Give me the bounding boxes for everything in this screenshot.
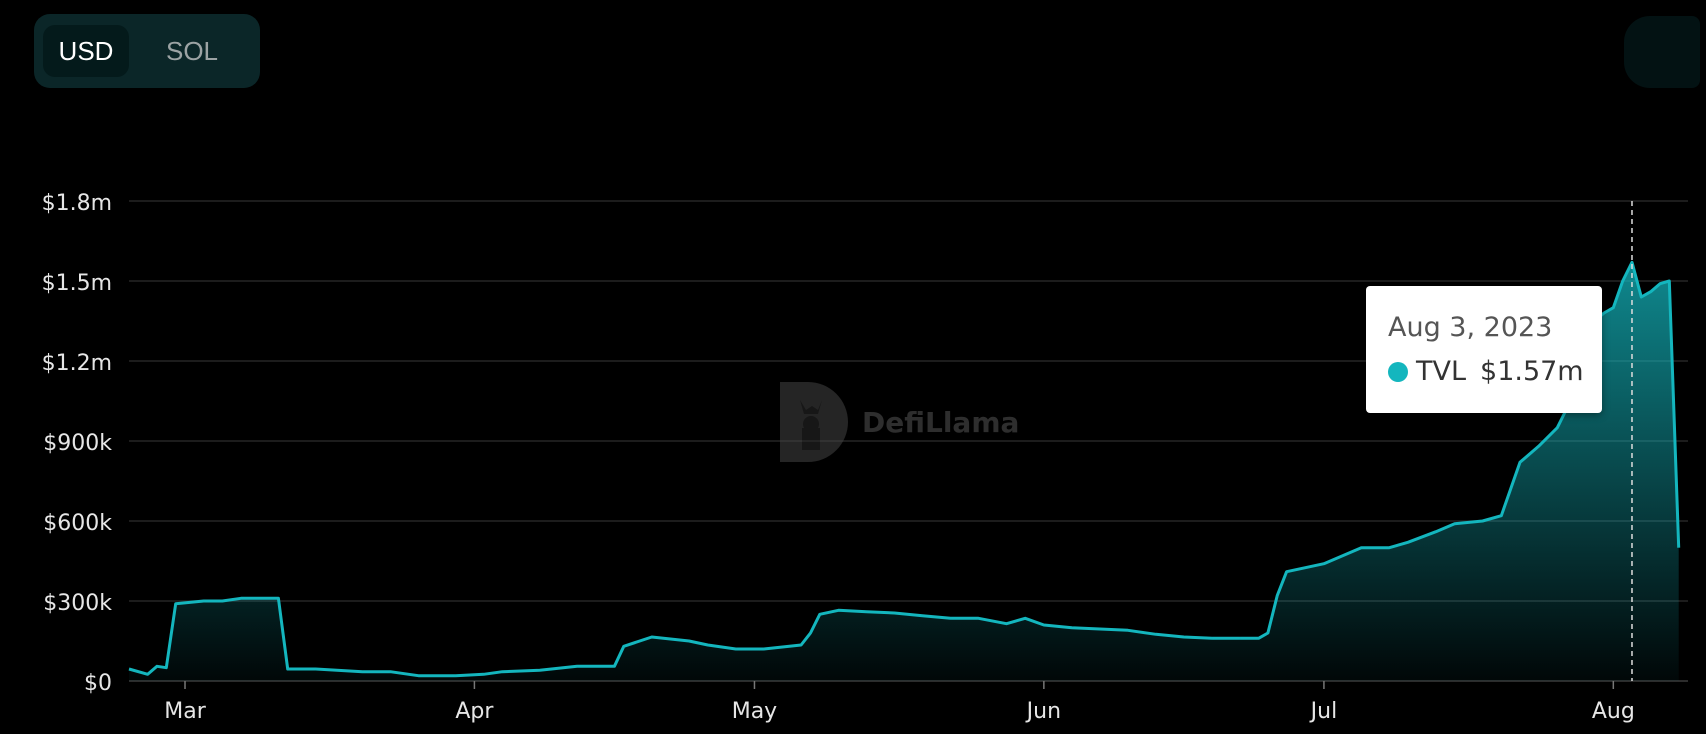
tvl-data-point	[314, 668, 317, 671]
x-tick-label: Aug	[1592, 699, 1635, 724]
tvl-data-point	[1668, 280, 1671, 283]
tvl-data-point	[221, 600, 224, 603]
tvl-data-point	[1042, 624, 1045, 627]
tvl-data-point	[706, 644, 709, 647]
tvl-data-point	[240, 597, 243, 600]
tvl-data-point	[1285, 570, 1288, 573]
tvl-data-point	[1360, 546, 1363, 549]
tvl-data-point	[1519, 461, 1522, 464]
tvl-data-point	[1388, 546, 1391, 549]
tvl-data-point	[389, 670, 392, 673]
tvl-data-point	[1621, 280, 1624, 283]
y-tick-label: $600k	[43, 511, 112, 536]
tvl-data-point	[650, 636, 653, 639]
tvl-data-point	[1322, 562, 1325, 565]
y-tick-label: $1.5m	[42, 271, 112, 296]
tvl-data-point	[1537, 445, 1540, 448]
tvl-data-point	[622, 645, 625, 648]
tvl-data-point	[1266, 632, 1269, 635]
tvl-data-point	[1210, 637, 1213, 640]
y-tick-label: $1.8m	[42, 191, 112, 216]
tvl-data-point	[893, 612, 896, 615]
tvl-data-point	[286, 668, 289, 671]
tvl-data-point	[1612, 306, 1615, 309]
tooltip-row: TVL $1.57m	[1388, 356, 1584, 387]
tvl-data-point	[156, 665, 159, 668]
x-tick-label: Mar	[164, 699, 206, 724]
y-tick-label: $300k	[43, 591, 112, 616]
tvl-data-point	[1276, 594, 1279, 597]
tvl-data-point	[202, 600, 205, 603]
tvl-data-point	[482, 673, 485, 676]
tvl-data-point	[1341, 554, 1344, 557]
tvl-data-point	[1304, 566, 1307, 569]
x-tick-label: Jul	[1309, 699, 1338, 724]
tvl-data-point	[688, 640, 691, 643]
tvl-data-point	[921, 614, 924, 617]
tvl-data-point	[1556, 426, 1559, 429]
tvl-data-point	[1677, 546, 1680, 549]
x-tick-label: Apr	[455, 699, 494, 724]
series-marker-icon	[1388, 361, 1408, 382]
tvl-data-point	[576, 665, 579, 668]
tvl-data-point	[277, 597, 280, 600]
tvl-data-point	[800, 644, 803, 647]
tvl-data-point	[837, 609, 840, 612]
tvl-data-point	[762, 648, 765, 651]
tvl-data-point	[1649, 290, 1652, 293]
tvl-data-point	[1481, 520, 1484, 523]
tvl-data-point	[1603, 312, 1606, 315]
tvl-data-point	[174, 602, 177, 605]
tvl-data-point	[1406, 541, 1409, 544]
tvl-data-point	[818, 613, 821, 616]
watermark-text: DefiLlama	[862, 405, 1020, 439]
tvl-data-point	[1126, 629, 1129, 632]
tvl-data-point	[809, 632, 812, 635]
tvl-data-point	[1070, 626, 1073, 629]
tvl-data-point	[128, 668, 131, 671]
tvl-data-point	[949, 617, 952, 620]
tvl-data-point	[1024, 617, 1027, 620]
tvl-data-point	[1500, 514, 1503, 517]
defillama-watermark: DefiLlama	[778, 380, 1019, 464]
tvl-data-point	[1434, 530, 1437, 533]
tvl-data-point	[538, 669, 541, 672]
tvl-data-point	[165, 666, 168, 669]
tvl-data-point	[1257, 637, 1260, 640]
tvl-data-point	[1238, 637, 1241, 640]
tvl-data-point	[1154, 633, 1157, 636]
tvl-data-point	[977, 617, 980, 620]
y-tick-label: $900k	[43, 431, 112, 456]
llama-logo-icon	[780, 382, 848, 462]
tooltip-series-name: TVL	[1416, 356, 1467, 387]
y-tick-label: $1.2m	[42, 351, 112, 376]
x-tick-label: Jun	[1025, 699, 1061, 724]
tvl-data-point	[146, 673, 149, 676]
tooltip-value: $1.57m	[1480, 356, 1584, 387]
tvl-data-point	[865, 610, 868, 613]
tvl-data-point	[454, 674, 457, 677]
x-tick-label: May	[732, 699, 777, 724]
tvl-data-point	[501, 670, 504, 673]
tvl-data-point	[1640, 296, 1643, 299]
tvl-data-point	[1659, 282, 1662, 285]
tvl-data-point	[1182, 636, 1185, 639]
tvl-data-point	[417, 674, 420, 677]
tvl-data-point	[361, 670, 364, 673]
tvl-data-point	[1098, 628, 1101, 631]
tvl-data-point	[1631, 261, 1634, 264]
chart-tooltip: Aug 3, 2023 TVL $1.57m	[1366, 286, 1602, 413]
tooltip-date: Aug 3, 2023	[1388, 312, 1553, 343]
y-tick-label: $0	[84, 671, 112, 696]
tvl-data-point	[734, 648, 737, 651]
tvl-data-point	[1453, 522, 1456, 525]
tvl-data-point	[613, 665, 616, 668]
tvl-data-point	[1005, 622, 1008, 625]
